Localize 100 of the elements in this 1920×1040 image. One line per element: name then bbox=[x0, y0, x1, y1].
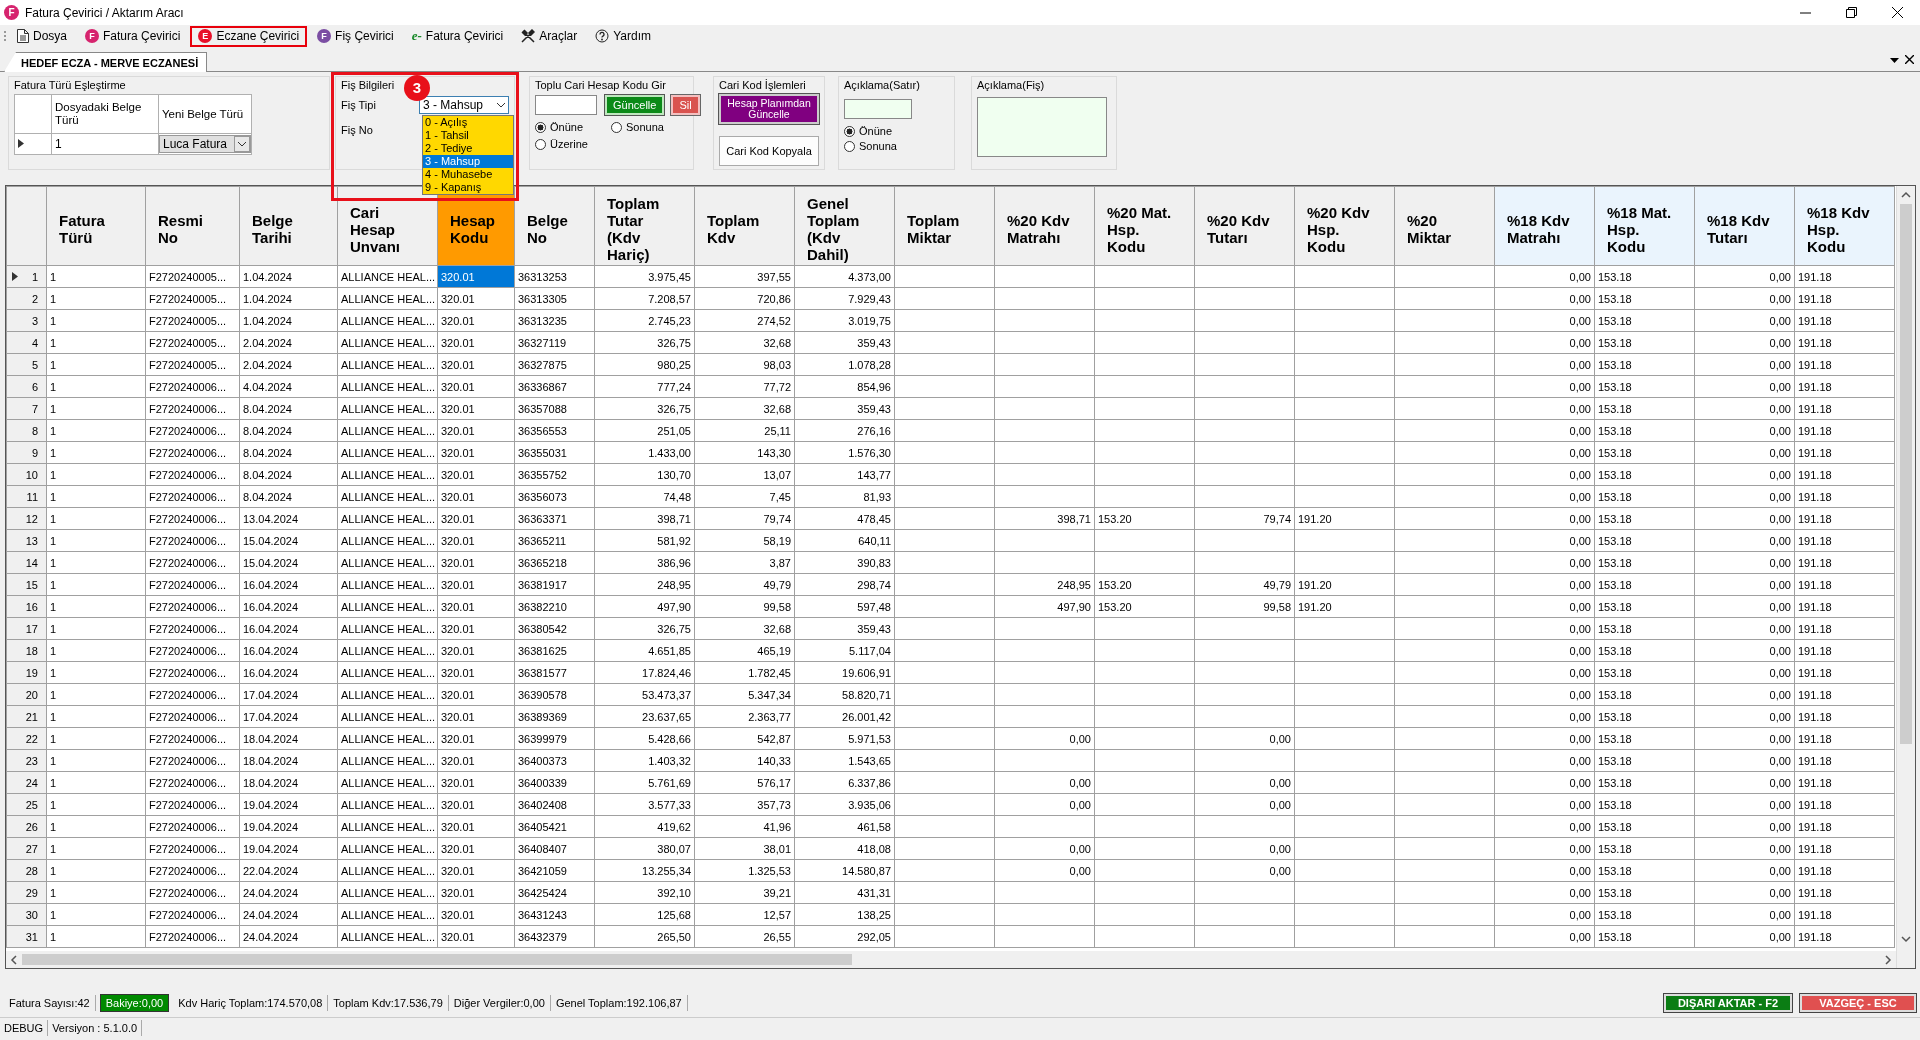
row-header[interactable]: 5 bbox=[6, 353, 47, 376]
action-button[interactable]: Hesap Planımdan Güncelle bbox=[719, 94, 819, 124]
row-header[interactable]: 17 bbox=[6, 617, 47, 640]
column-header[interactable]: Fatura Türü bbox=[46, 186, 146, 266]
row-header[interactable]: 25 bbox=[6, 793, 47, 816]
column-header[interactable]: %20 Mat. Hsp. Kodu bbox=[1094, 186, 1195, 266]
row-header[interactable]: 21 bbox=[6, 705, 47, 728]
row-header[interactable]: 27 bbox=[6, 837, 47, 860]
column-header[interactable]: Resmi No bbox=[145, 186, 240, 266]
row-header[interactable]: 8 bbox=[6, 419, 47, 442]
column-header[interactable]: Belge Tarihi bbox=[239, 186, 338, 266]
row-header[interactable]: 15 bbox=[6, 573, 47, 596]
column-header[interactable]: Toplam Tutar (Kdv Hariç) bbox=[594, 186, 695, 266]
grip-icon[interactable] bbox=[4, 30, 7, 42]
scroll-down-icon[interactable] bbox=[1901, 934, 1911, 944]
row-header[interactable]: 28 bbox=[6, 859, 47, 882]
input-field[interactable] bbox=[535, 95, 597, 115]
column-header[interactable]: %18 Kdv Matrahı bbox=[1494, 186, 1595, 266]
action-button[interactable]: Cari Kod Kopyala bbox=[719, 136, 819, 166]
table-cell: ALLIANCE HEAL... bbox=[337, 639, 438, 662]
row-header[interactable]: 23 bbox=[6, 749, 47, 772]
row-header[interactable]: 13 bbox=[6, 529, 47, 552]
dropdown-option[interactable]: 0 - Açılış bbox=[423, 116, 513, 129]
scroll-up-icon[interactable] bbox=[1901, 190, 1911, 200]
scroll-left-icon[interactable] bbox=[10, 954, 18, 965]
action-button[interactable]: DIŞARI AKTAR - F2 bbox=[1664, 994, 1792, 1012]
row-header[interactable]: 24 bbox=[6, 771, 47, 794]
menu-item[interactable]: E Eczane Çevirici bbox=[190, 25, 308, 47]
table-cell: 7.929,43 bbox=[794, 287, 895, 310]
dropdown-option[interactable]: 1 - Tahsil bbox=[423, 129, 513, 142]
row-header[interactable]: 4 bbox=[6, 331, 47, 354]
menu-item[interactable]: F Fatura Çevirici bbox=[77, 25, 189, 47]
table-cell: ALLIANCE HEAL... bbox=[337, 309, 438, 332]
scrollbar-thumb[interactable] bbox=[1900, 204, 1912, 744]
table-cell: 191.18 bbox=[1794, 595, 1895, 618]
caret-icon[interactable] bbox=[494, 100, 508, 110]
row-header[interactable]: 9 bbox=[6, 441, 47, 464]
column-header[interactable]: Belge No bbox=[514, 186, 595, 266]
table-cell: 1 bbox=[51, 133, 159, 155]
dropdown-option[interactable]: 2 - Tediye bbox=[423, 142, 513, 155]
table-cell: 1.325,53 bbox=[694, 859, 795, 882]
row-header[interactable]: 29 bbox=[6, 881, 47, 904]
scrollbar-thumb[interactable] bbox=[22, 954, 852, 965]
caret-icon[interactable] bbox=[234, 136, 250, 152]
row-header[interactable]: 1 bbox=[6, 265, 47, 288]
row-header[interactable]: 10 bbox=[6, 463, 47, 486]
table-cell: 36425424 bbox=[514, 881, 595, 904]
table-cell: 0,00 bbox=[1494, 309, 1595, 332]
column-header[interactable]: %20 Miktar bbox=[1394, 186, 1495, 266]
dropdown-option[interactable]: 3 - Mahsup bbox=[423, 155, 513, 168]
radio-button[interactable]: Sonuna bbox=[844, 140, 897, 152]
row-header[interactable]: 22 bbox=[6, 727, 47, 750]
input-field[interactable] bbox=[844, 99, 912, 119]
radio-button[interactable]: Sonuna bbox=[611, 121, 664, 133]
scroll-right-icon[interactable] bbox=[1884, 954, 1892, 965]
menu-item[interactable]: e- Fatura Çevirici bbox=[403, 25, 512, 47]
radio-button[interactable]: Önüne bbox=[535, 121, 611, 133]
column-header[interactable]: %18 Kdv Hsp. Kodu bbox=[1794, 186, 1895, 266]
row-header[interactable]: 26 bbox=[6, 815, 47, 838]
column-header[interactable]: %20 Kdv Tutarı bbox=[1194, 186, 1295, 266]
column-header[interactable]: %18 Kdv Tutarı bbox=[1694, 186, 1795, 266]
column-header[interactable]: Genel Toplam (Kdv Dahil) bbox=[794, 186, 895, 266]
column-header[interactable]: %20 Kdv Matrahı bbox=[994, 186, 1095, 266]
row-header[interactable]: 19 bbox=[6, 661, 47, 684]
row-header[interactable]: 2 bbox=[6, 287, 47, 310]
column-header[interactable]: Toplam Miktar bbox=[894, 186, 995, 266]
column-header[interactable]: Toplam Kdv bbox=[694, 186, 795, 266]
row-header[interactable]: 12 bbox=[6, 507, 47, 530]
close-icon[interactable] bbox=[1905, 54, 1914, 64]
row-header[interactable]: 20 bbox=[6, 683, 47, 706]
radio-button[interactable]: Üzerine bbox=[535, 138, 588, 150]
table-cell: 398,71 bbox=[994, 507, 1095, 530]
row-header[interactable]: 16 bbox=[6, 595, 47, 618]
dropdown[interactable]: 3 - Mahsup bbox=[419, 96, 509, 114]
row-header[interactable]: 11 bbox=[6, 485, 47, 508]
delete-button[interactable]: Sil bbox=[671, 95, 700, 115]
menu-item[interactable]: F Fiş Çevirici bbox=[309, 25, 402, 47]
row-header[interactable]: 6 bbox=[6, 375, 47, 398]
close-icon[interactable] bbox=[1891, 7, 1903, 18]
restore-icon[interactable] bbox=[1845, 7, 1857, 18]
row-header[interactable]: 14 bbox=[6, 551, 47, 574]
row-header[interactable]: 3 bbox=[6, 309, 47, 332]
menu-item[interactable]: Araçlar bbox=[513, 25, 586, 47]
dropdown[interactable]: Luca Fatura bbox=[159, 135, 251, 153]
update-button[interactable]: Güncelle bbox=[605, 95, 665, 115]
text-area[interactable] bbox=[977, 97, 1107, 157]
action-button[interactable]: VAZGEÇ - ESC bbox=[1800, 994, 1916, 1012]
column-header[interactable]: %18 Mat. Hsp. Kodu bbox=[1594, 186, 1695, 266]
document-tab[interactable]: HEDEF ECZA - MERVE ECZANESİ bbox=[4, 52, 208, 72]
radio-button[interactable]: Önüne bbox=[844, 125, 893, 137]
table-cell: 0,00 bbox=[1694, 287, 1795, 310]
table-cell: 153.18 bbox=[1594, 265, 1695, 288]
row-header[interactable]: 18 bbox=[6, 639, 47, 662]
row-header[interactable]: 31 bbox=[6, 925, 47, 948]
row-header[interactable]: 30 bbox=[6, 903, 47, 926]
column-header[interactable]: %20 Kdv Hsp. Kodu bbox=[1294, 186, 1395, 266]
dropdown-option[interactable]: 4 - Muhasebe bbox=[423, 168, 513, 181]
row-header[interactable]: 7 bbox=[6, 397, 47, 420]
menu-item[interactable]: Dosya bbox=[9, 25, 75, 47]
menu-item[interactable]: Yardım bbox=[587, 25, 660, 47]
